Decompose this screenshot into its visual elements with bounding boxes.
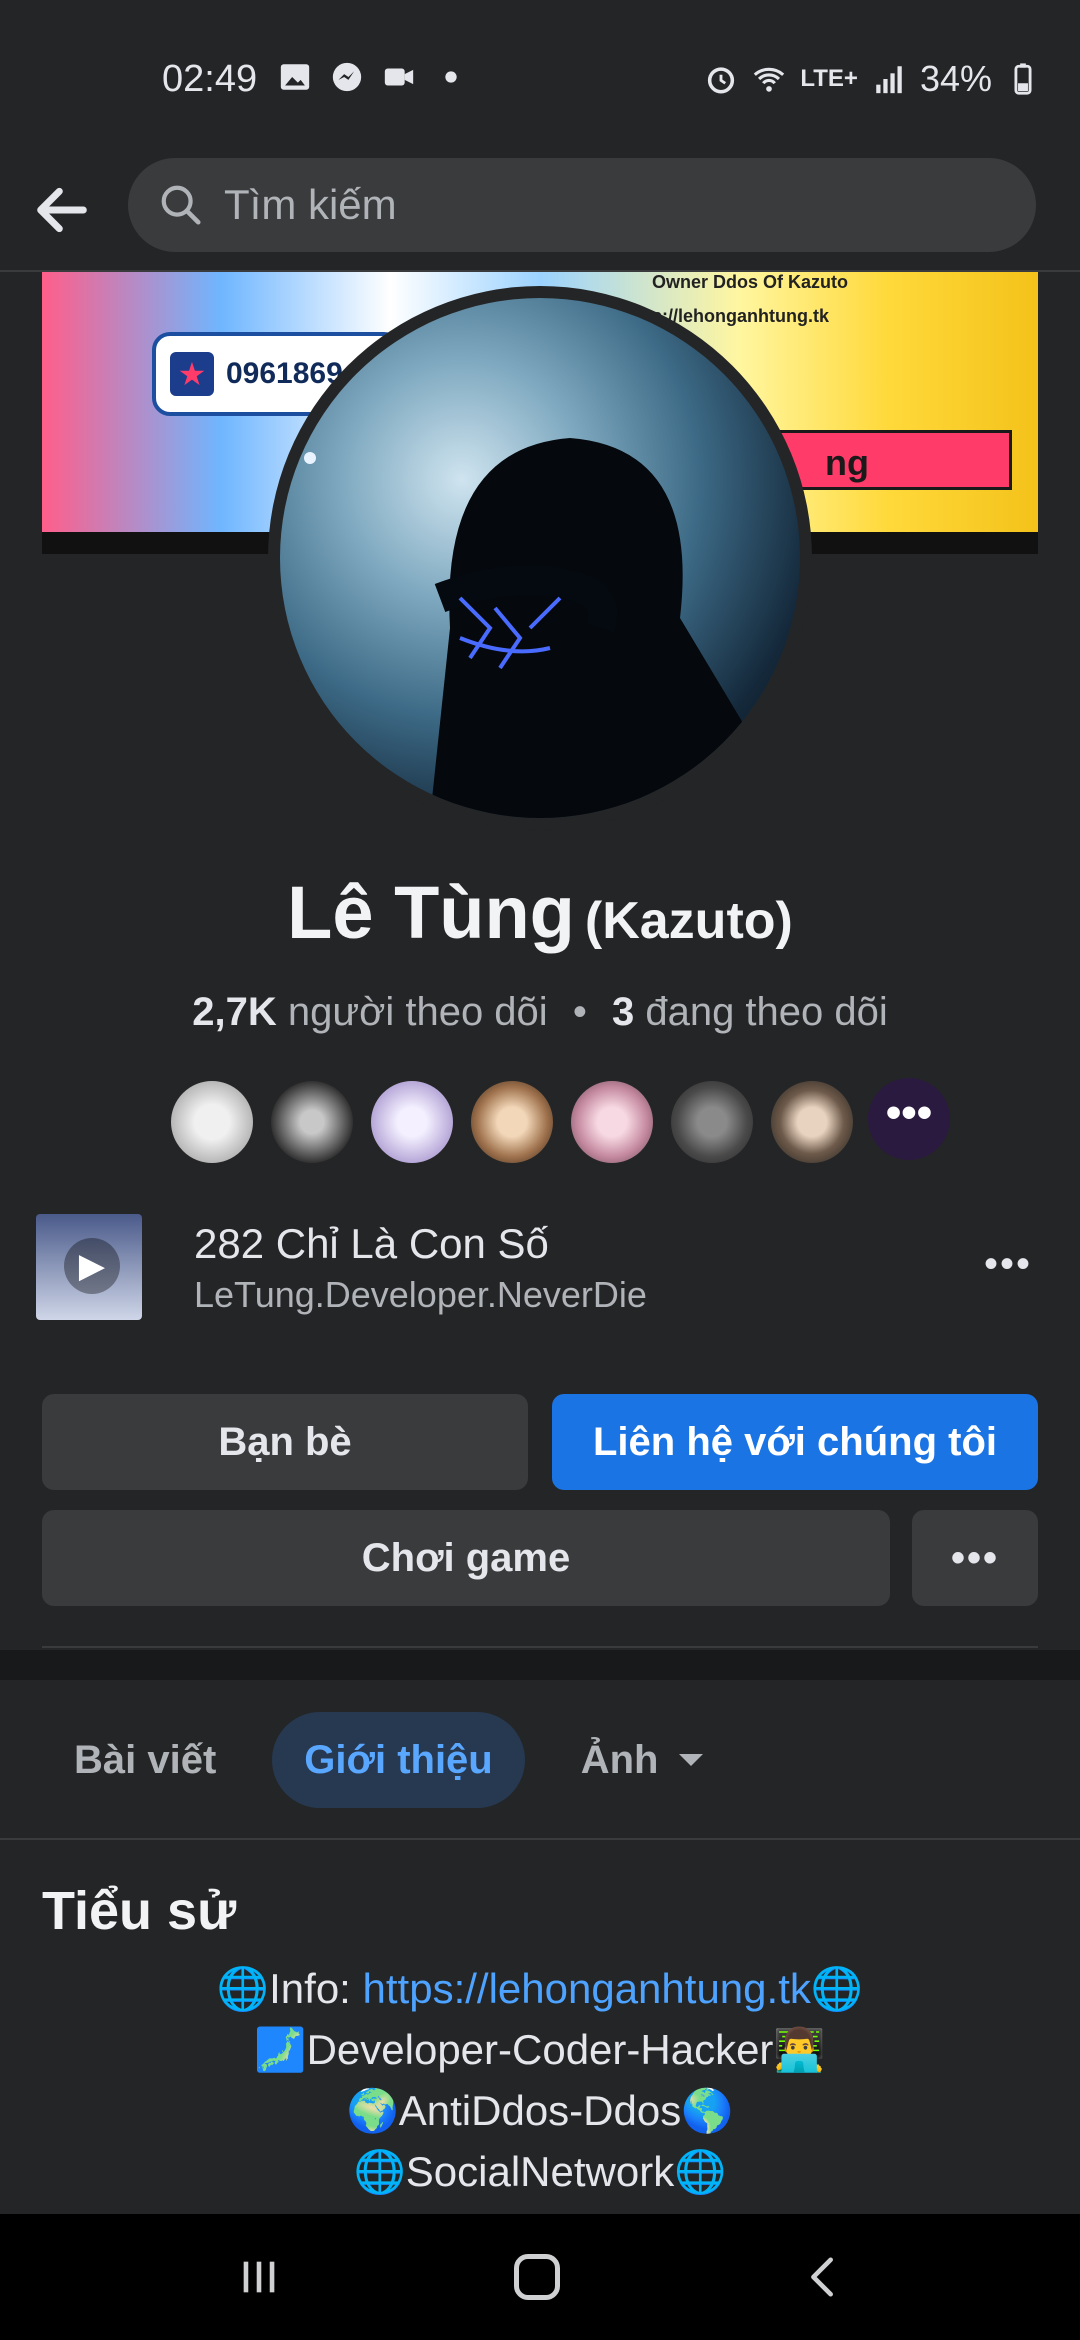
tab-posts-label: Bài viết (74, 1737, 217, 1782)
alarm-icon (708, 67, 735, 94)
profile-music[interactable]: ▶ 282 Chỉ Là Con Số LeTung.Developer.Nev… (36, 1212, 1046, 1322)
status-system-icons: LTE+ 34% (704, 58, 1040, 100)
tab-photos-label: Ảnh (580, 1737, 659, 1782)
signal-icon (876, 66, 902, 94)
followers-count: 2,7K (192, 990, 277, 1034)
star-icon: ★ (170, 352, 214, 396)
bio-line-info: 🌐Info: https://lehonganhtung.tk🌐 (0, 1958, 1080, 2019)
bio-line-developer: 🗾Developer-Coder-Hacker👨‍💻 (254, 2026, 826, 2073)
hooded-figure-image (304, 368, 800, 818)
divider (42, 1646, 1038, 1648)
contact-button-label: Liên hệ với chúng tôi (592, 1419, 997, 1464)
battery-icon (1014, 63, 1032, 95)
profile-name: Lê Tùng (Kazuto) (0, 870, 1080, 955)
status-time: 02:49 (162, 58, 258, 100)
avatar-image (280, 298, 800, 818)
tab-posts[interactable]: Bài viết (42, 1712, 248, 1808)
bio-title: Tiểu sử (42, 1881, 237, 1941)
play-game-button[interactable]: Chơi game (42, 1510, 890, 1606)
video-call-icon (384, 68, 414, 86)
battery-percent: 34% (919, 58, 992, 99)
profile-alt-name: (Kazuto) (584, 892, 793, 950)
follower-avatar[interactable] (168, 1078, 256, 1166)
following-count: 3 (611, 990, 635, 1034)
follower-avatar[interactable] (368, 1078, 456, 1166)
more-followers-button[interactable]: ••• (868, 1078, 950, 1160)
profile-tabs: Bài viết Giới thiệu Ảnh (42, 1712, 735, 1808)
follower-avatar[interactable] (668, 1078, 756, 1166)
separator-dot: • (572, 990, 587, 1034)
follower-avatar[interactable] (568, 1078, 656, 1166)
status-notification-icons (278, 60, 468, 94)
follower-avatar[interactable] (468, 1078, 556, 1166)
bio-info-suffix: 🌐 (810, 1965, 864, 2012)
profile-name-main: Lê Tùng (287, 871, 575, 954)
search-input[interactable]: Tìm kiếm (128, 158, 1036, 252)
search-placeholder: Tìm kiếm (224, 181, 397, 228)
follow-stats[interactable]: 2,7K người theo dõi • 3 đang theo dõi (0, 990, 1080, 1035)
play-game-label: Chơi game (361, 1535, 571, 1580)
caret-down-icon (678, 1754, 703, 1766)
bio-info-prefix: 🌐Info: (216, 1965, 363, 2012)
play-icon[interactable]: ▶ (64, 1238, 120, 1294)
recent-apps-icon[interactable] (236, 2254, 282, 2300)
tab-about[interactable]: Giới thiệu (272, 1712, 525, 1808)
contact-button[interactable]: Liên hệ với chúng tôi (552, 1394, 1038, 1490)
wifi-icon (754, 67, 785, 92)
tabs-divider (0, 1838, 1080, 1840)
bio-line-social: 🌐SocialNetwork🌐 (353, 2148, 727, 2195)
tab-about-label: Giới thiệu (304, 1737, 493, 1782)
back-icon[interactable] (800, 2254, 846, 2300)
bio-line-antiddos: 🌍AntiDdos-Ddos🌎 (346, 2087, 734, 2134)
music-more-icon[interactable]: ••• (984, 1242, 1032, 1287)
status-bar: 02:49 LTE+ 34% (0, 0, 1080, 150)
music-thumbnail[interactable]: ▶ (36, 1214, 142, 1320)
more-options-button[interactable]: ••• (912, 1510, 1038, 1606)
home-icon[interactable] (514, 2254, 560, 2300)
gallery-icon (280, 64, 310, 90)
tab-photos[interactable]: Ảnh (549, 1712, 735, 1808)
followers-label: người theo dõi (287, 990, 548, 1034)
messenger-icon (332, 62, 362, 92)
follower-avatar[interactable] (268, 1078, 356, 1166)
following-label: đang theo dõi (645, 990, 888, 1034)
music-artist: LeTung.Developer.NeverDie (194, 1274, 647, 1315)
network-type: LTE+ (800, 65, 858, 92)
bio-website-link[interactable]: https://lehonganhtung.tk (363, 1965, 811, 2012)
friends-button[interactable]: Bạn bè (42, 1394, 528, 1490)
back-arrow-icon[interactable] (30, 178, 94, 242)
dot-icon (445, 71, 457, 83)
top-bar: Tìm kiếm (0, 150, 1080, 272)
search-icon (161, 185, 201, 225)
more-options-label: ••• (950, 1535, 999, 1580)
cover-phone-text: 0961869 (226, 357, 343, 390)
bio-text: 🌐Info: https://lehonganhtung.tk🌐 🗾Develo… (0, 1958, 1080, 2202)
follower-avatar[interactable] (768, 1078, 856, 1166)
friends-button-label: Bạn bè (218, 1419, 352, 1464)
follower-avatars[interactable]: ••• (168, 1078, 950, 1166)
system-nav-bar (0, 2214, 1080, 2340)
cover-banner-text: ng (825, 442, 869, 483)
profile-avatar[interactable] (268, 286, 812, 830)
section-separator (0, 1650, 1080, 1680)
cover-owner-text: Owner Ddos Of Kazuto (652, 272, 849, 292)
music-title: 282 Chỉ Là Con Số (194, 1220, 549, 1267)
